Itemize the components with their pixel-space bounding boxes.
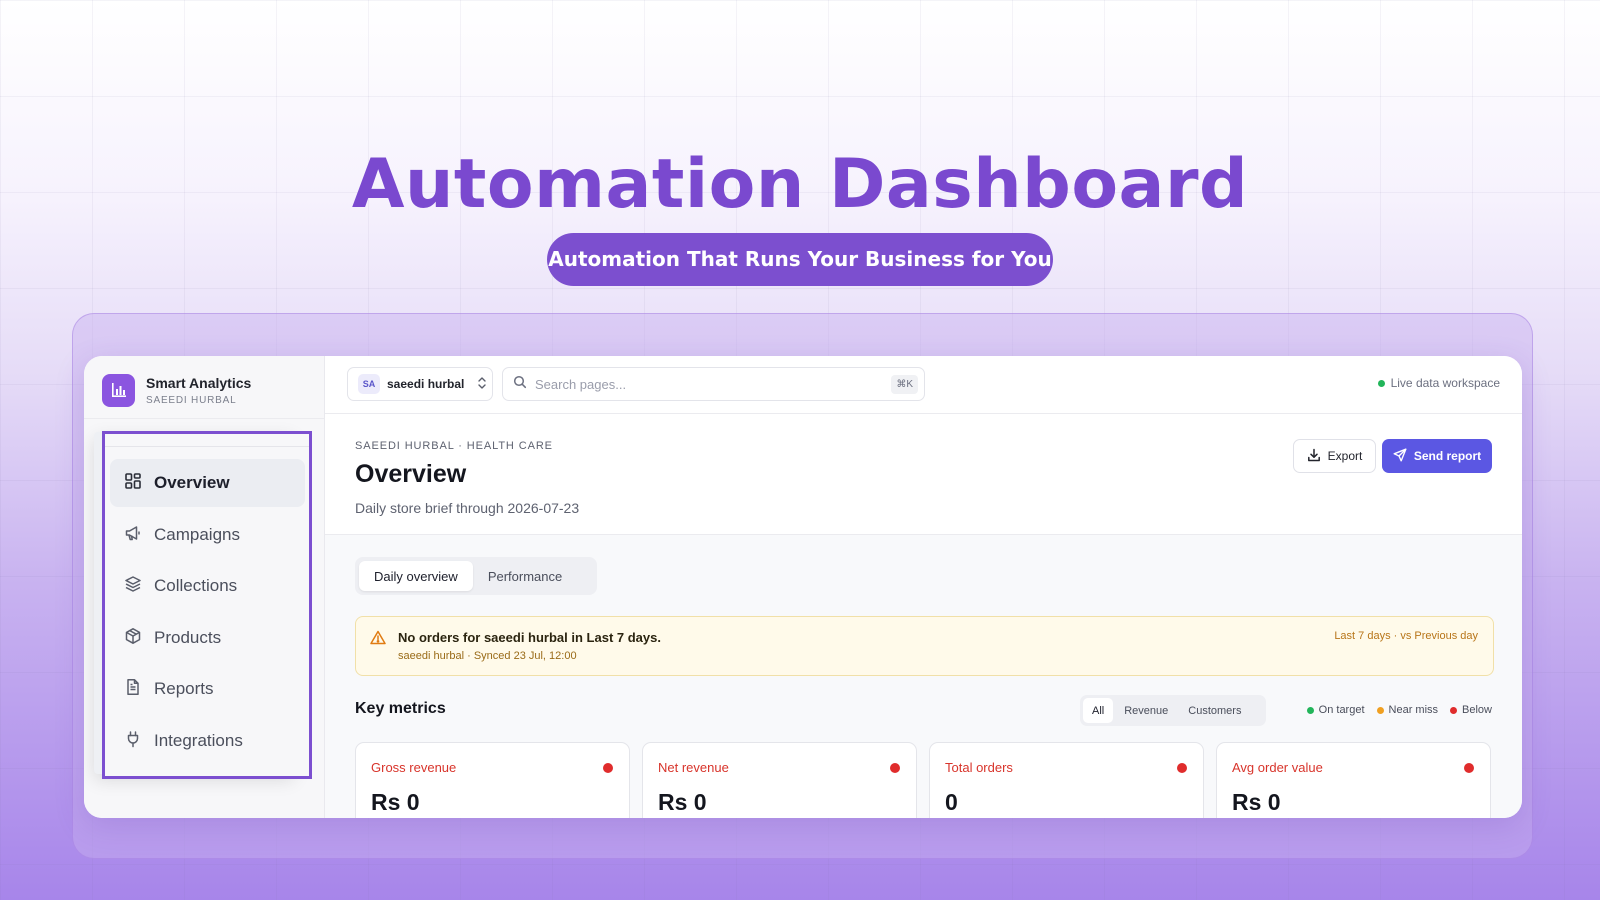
metric-card-gross-revenue[interactable]: Gross revenue Rs 0 <box>355 742 630 818</box>
export-label: Export <box>1327 449 1363 463</box>
hero-title: Automation Dashboard <box>351 145 1249 224</box>
document-icon <box>124 678 142 701</box>
metric-label: Total orders <box>945 760 1013 775</box>
workspace-selector[interactable]: SA saeedi hurbal <box>347 367 493 401</box>
sidebar-item-label: Products <box>154 628 222 647</box>
sidebar: Smart Analytics SAEEDI HURBAL Overview C… <box>84 356 325 818</box>
sidebar-item-label: Collections <box>154 576 238 595</box>
sidebar-item-integrations[interactable]: Integrations <box>110 717 305 765</box>
breadcrumb: SAEEDI HURBAL · HEALTH CARE <box>355 440 553 452</box>
nav-divider <box>105 446 309 447</box>
sidebar-item-label: Integrations <box>154 731 243 750</box>
workspace-avatar: SA <box>358 374 380 394</box>
metric-value: Rs 0 <box>658 789 707 815</box>
alert-subtitle: saeedi hurbal · Synced 23 Jul, 12:00 <box>398 650 577 662</box>
brand-divider <box>84 418 324 419</box>
metric-card-net-revenue[interactable]: Net revenue Rs 0 <box>642 742 917 818</box>
main-content: Daily overview Performance No orders for… <box>325 535 1522 818</box>
alert-title: No orders for saeedi hurbal in Last 7 da… <box>398 630 661 645</box>
status-dot-icon <box>1306 706 1314 714</box>
status-dot-icon <box>1376 706 1384 714</box>
megaphone-icon <box>124 524 142 547</box>
legend-label: On target <box>1318 704 1365 716</box>
search-bar[interactable]: ⌘K <box>502 367 925 401</box>
sidebar-item-label: Overview <box>154 473 230 492</box>
metric-value: Rs 0 <box>1232 789 1281 815</box>
sidebar-item-products[interactable]: Products <box>110 614 305 662</box>
status-dot-icon <box>890 763 900 773</box>
send-icon <box>1393 448 1407 465</box>
metric-value: 0 <box>945 789 958 815</box>
key-metrics-title: Key metrics <box>355 700 446 717</box>
app-window: Smart Analytics SAEEDI HURBAL Overview C… <box>84 356 1522 818</box>
send-report-button[interactable]: Send report <box>1382 439 1492 473</box>
status-legend: On target Near miss Below <box>1306 704 1492 716</box>
box-icon <box>124 627 142 650</box>
search-shortcut-badge: ⌘K <box>891 375 918 394</box>
send-report-label: Send report <box>1413 449 1482 463</box>
sidebar-item-collections[interactable]: Collections <box>110 562 305 610</box>
metric-label: Gross revenue <box>371 760 457 775</box>
page-title: Overview <box>355 460 467 488</box>
sidebar-item-campaigns[interactable]: Campaigns <box>110 511 305 559</box>
brand[interactable]: Smart Analytics SAEEDI HURBAL <box>102 370 251 410</box>
legend-near-miss: Near miss <box>1376 704 1439 716</box>
live-dot-icon <box>1377 379 1385 387</box>
brand-name: Smart Analytics <box>146 374 252 391</box>
topbar: SA saeedi hurbal ⌘K Live data workspace <box>325 356 1522 414</box>
layers-icon <box>124 575 142 598</box>
metric-value: Rs 0 <box>371 789 420 815</box>
search-icon <box>513 375 527 394</box>
workspace-name: saeedi hurbal <box>387 377 465 391</box>
alert-range: Last 7 days · vs Previous day <box>1334 630 1478 642</box>
legend-below: Below <box>1450 704 1492 716</box>
chevron-up-down-icon <box>477 376 487 393</box>
download-icon <box>1307 448 1321 465</box>
filter-revenue[interactable]: Revenue <box>1115 698 1177 723</box>
status-dot-icon <box>1177 763 1187 773</box>
live-status-label: Live data workspace <box>1390 376 1500 390</box>
metric-label: Net revenue <box>658 760 729 775</box>
live-status: Live data workspace <box>1377 376 1500 390</box>
page-description: Daily store brief through 2026-07-23 <box>355 500 580 516</box>
metric-card-avg-order-value[interactable]: Avg order value Rs 0 <box>1216 742 1491 818</box>
sidebar-nav: Overview Campaigns Collections Products <box>102 431 312 779</box>
export-button[interactable]: Export <box>1293 439 1376 473</box>
sidebar-item-label: Reports <box>154 679 214 698</box>
brand-subtitle: SAEEDI HURBAL <box>146 394 237 406</box>
view-tabs: Daily overview Performance <box>355 557 597 595</box>
page-header: SAEEDI HURBAL · HEALTH CARE Overview Dai… <box>325 414 1522 535</box>
sidebar-item-overview[interactable]: Overview <box>110 459 305 507</box>
sidebar-item-reports[interactable]: Reports <box>110 665 305 713</box>
filter-all[interactable]: All <box>1083 698 1114 723</box>
filter-customers[interactable]: Customers <box>1179 698 1250 723</box>
tab-daily-overview[interactable]: Daily overview <box>359 561 473 591</box>
metric-filters: All Revenue Customers <box>1080 695 1266 726</box>
tab-performance[interactable]: Performance <box>473 561 577 591</box>
metric-cards: Gross revenue Rs 0 Net revenue Rs 0 Tota… <box>355 742 1491 818</box>
status-dot-icon <box>1464 763 1474 773</box>
legend-label: Near miss <box>1388 704 1439 716</box>
search-input[interactable] <box>535 376 875 392</box>
no-orders-alert: No orders for saeedi hurbal in Last 7 da… <box>355 616 1494 676</box>
bar-chart-icon <box>102 373 135 407</box>
plug-icon <box>124 730 142 753</box>
hero-tagline-pill: Automation That Runs Your Business for Y… <box>547 233 1053 286</box>
status-dot-icon <box>603 763 613 773</box>
metric-label: Avg order value <box>1232 760 1323 775</box>
status-dot-icon <box>1450 706 1458 714</box>
warning-icon <box>370 630 386 650</box>
legend-on-target: On target <box>1306 704 1365 716</box>
sidebar-item-label: Campaigns <box>154 525 240 544</box>
grid-icon <box>124 472 142 495</box>
metric-card-total-orders[interactable]: Total orders 0 <box>929 742 1204 818</box>
legend-label: Below <box>1462 704 1492 716</box>
